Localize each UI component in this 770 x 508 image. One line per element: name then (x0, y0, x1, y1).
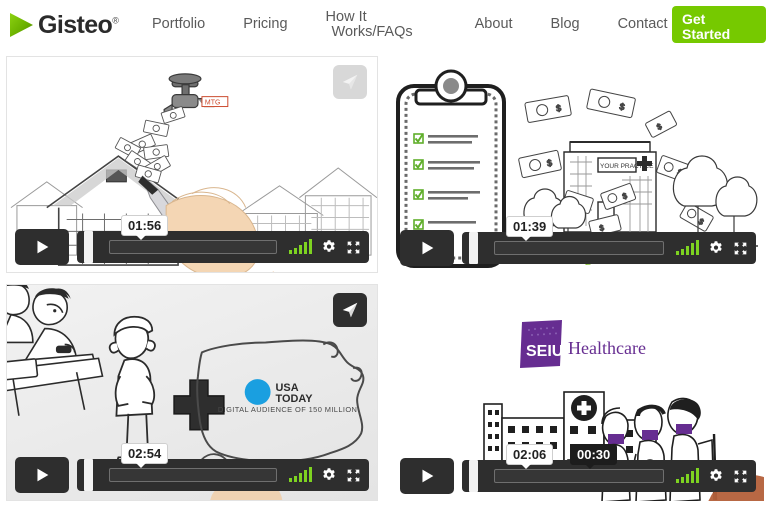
video-player-controls-1: 01:56 (15, 215, 369, 265)
fullscreen-icon[interactable] (346, 468, 361, 483)
portfolio-video-grid: MTG 01:56 YOUR PRACTICE $ $ $ $ $ $ $ 01… (0, 52, 770, 508)
nav-item-about[interactable]: About (475, 17, 513, 32)
progress-scrubber[interactable] (469, 232, 664, 264)
seiu-logo-mark: SEIU (526, 343, 563, 360)
time-badge: 01:39 (506, 216, 554, 241)
progress-scrubber[interactable] (84, 459, 277, 491)
seiu-logo-word: Healthcare (568, 338, 646, 358)
nav-item-how-it-works[interactable]: How It Works/FAQs (325, 8, 413, 40)
player-bar: 02:06 00:30 (462, 444, 756, 492)
scrubber-handle[interactable] (469, 460, 478, 492)
time-badge: 01:56 (121, 215, 169, 240)
nav-item-contact[interactable]: Contact (618, 17, 668, 32)
play-icon (422, 241, 434, 255)
player-bar: 02:54 (77, 443, 369, 491)
faucet-tag-label: MTG (205, 100, 220, 107)
settings-gear-icon[interactable] (708, 240, 724, 256)
site-header: Gisteo® Portfolio Pricing How It Works/F… (0, 0, 770, 50)
brand-name-text: Gisteo (38, 10, 113, 39)
video-card-2[interactable]: YOUR PRACTICE $ $ $ $ $ $ $ 01:39 (392, 56, 764, 273)
progress-scrubber[interactable] (469, 460, 664, 492)
fullscreen-icon[interactable] (346, 240, 361, 255)
player-right-controls (676, 468, 748, 484)
nav-item-portfolio[interactable]: Portfolio (152, 17, 205, 32)
play-button[interactable] (15, 229, 69, 265)
share-paper-plane-icon (342, 74, 358, 90)
scrubber-handle[interactable] (84, 459, 93, 491)
player-right-controls (289, 239, 361, 255)
registered-mark: ® (112, 15, 119, 26)
hover-time-tooltip: 00:30 (570, 444, 618, 469)
time-badge: 02:06 (506, 444, 554, 469)
scrubber-handle[interactable] (84, 231, 93, 263)
video-player-controls-4: 02:06 00:30 (400, 444, 756, 494)
play-button[interactable] (400, 458, 454, 494)
get-started-button[interactable]: Get Started (672, 6, 766, 43)
fullscreen-icon[interactable] (733, 241, 748, 256)
time-badge: 02:54 (121, 443, 169, 468)
scrubber-handle[interactable] (469, 232, 478, 264)
usatoday-logo-dot (244, 379, 271, 405)
player-right-controls (676, 240, 748, 256)
progress-scrubber[interactable] (84, 231, 277, 263)
video-card-4[interactable]: SEIU Healthcare 02:06 00:30 (392, 284, 764, 501)
player-right-controls (289, 467, 361, 483)
volume-bars-icon[interactable] (676, 468, 699, 483)
share-paper-plane-icon (342, 302, 358, 318)
settings-gear-icon[interactable] (708, 468, 724, 484)
video-player-controls-2: 01:39 (400, 216, 756, 266)
play-icon (37, 240, 49, 254)
characters-at-desk (7, 285, 104, 416)
video-player-controls-3: 02:54 (15, 443, 369, 493)
play-button[interactable] (400, 230, 454, 266)
player-bar: 01:56 (77, 215, 369, 263)
play-icon (422, 469, 434, 483)
nav-item-pricing[interactable]: Pricing (243, 17, 287, 32)
share-button[interactable] (333, 293, 367, 327)
seiu-logo: SEIU Healthcare (520, 320, 646, 368)
get-started-line1: Get (682, 10, 706, 27)
fullscreen-icon[interactable] (733, 469, 748, 484)
brand-logo[interactable]: Gisteo® (6, 10, 126, 40)
nav-item-how-line2: Works/FAQs (331, 24, 413, 40)
volume-bars-icon[interactable] (676, 240, 699, 255)
play-button[interactable] (15, 457, 69, 493)
nav-item-how-line1: How It (325, 8, 367, 25)
player-bar: 01:39 (462, 216, 756, 264)
get-started-line2: Started (682, 25, 731, 42)
character-with-cap (108, 315, 162, 465)
brand-name: Gisteo® (38, 10, 119, 39)
play-icon (37, 468, 49, 482)
page-root: Gisteo® Portfolio Pricing How It Works/F… (0, 0, 770, 508)
volume-bars-icon[interactable] (289, 239, 312, 254)
play-triangle-icon (6, 10, 36, 40)
settings-gear-icon[interactable] (321, 239, 337, 255)
volume-bars-icon[interactable] (289, 467, 312, 482)
settings-gear-icon[interactable] (321, 467, 337, 483)
usatoday-logo-line2: TODAY (276, 393, 314, 405)
video-card-1[interactable]: MTG 01:56 (6, 56, 378, 273)
video-card-3[interactable]: USA TODAY DIGITAL AUDIENCE OF 150 MILLIO… (6, 284, 378, 501)
nav-item-blog[interactable]: Blog (551, 17, 580, 32)
usatoday-caption: DIGITAL AUDIENCE OF 150 MILLION (218, 405, 357, 414)
share-button[interactable] (333, 65, 367, 99)
